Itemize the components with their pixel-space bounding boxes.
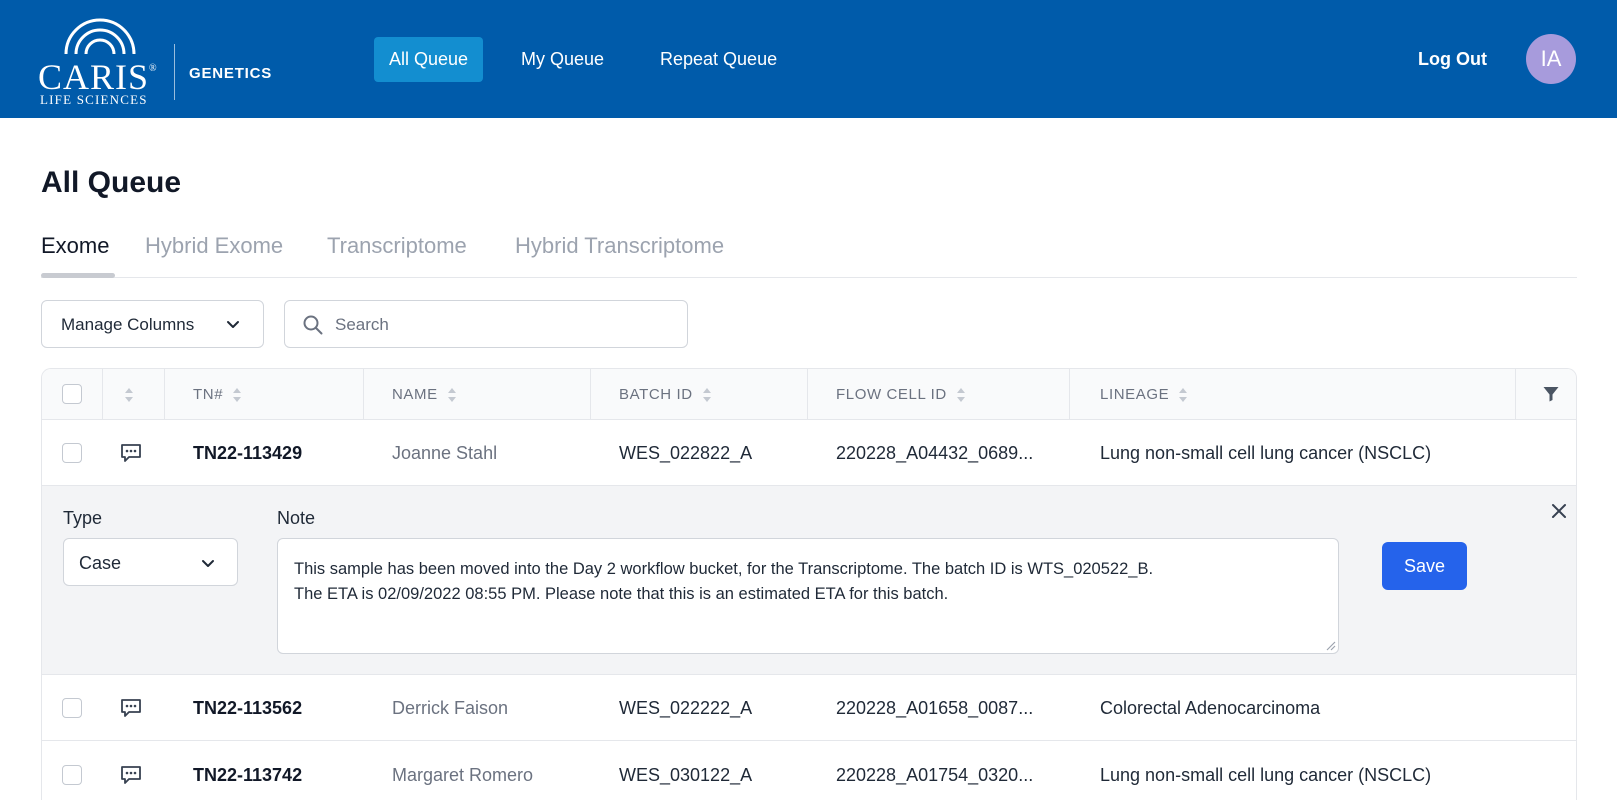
column-divider xyxy=(363,369,364,420)
page-title: All Queue xyxy=(41,166,182,199)
cell-batch-id: WES_030122_A xyxy=(619,765,753,785)
log-out-link[interactable]: Log Out xyxy=(1418,37,1487,82)
column-header-batch-id[interactable]: BATCH ID xyxy=(619,369,713,420)
sort-icon xyxy=(1179,388,1188,403)
row-checkbox[interactable] xyxy=(62,765,82,785)
sort-icon xyxy=(956,388,965,403)
top-navigation-bar: CARIS® LIFE SCIENCES GENETICS All Queue … xyxy=(0,0,1617,118)
cell-tn[interactable]: TN22-113429 xyxy=(193,420,302,486)
sort-icon xyxy=(125,388,133,403)
column-divider xyxy=(164,369,165,420)
table-row[interactable]: TN22-113562 Derrick Faison WES_022222_A … xyxy=(42,675,1576,741)
comment-icon[interactable] xyxy=(120,442,142,464)
save-button[interactable]: Save xyxy=(1382,542,1467,590)
cell-lineage: Lung non-small cell lung cancer (NSCLC) xyxy=(1100,765,1432,785)
close-icon[interactable] xyxy=(1550,502,1568,520)
cell-name: Derrick Faison xyxy=(392,698,509,718)
cell-flow-cell-id: 220228_A01754_0320... xyxy=(836,765,1034,785)
chevron-down-icon xyxy=(227,321,239,328)
tab-hybrid-transcriptome[interactable]: Hybrid Transcriptome xyxy=(515,233,724,259)
note-label: Note xyxy=(277,508,316,528)
column-header-tn-label: TN# xyxy=(193,386,224,403)
cell-name: Margaret Romero xyxy=(392,765,534,785)
cell-tn[interactable]: TN22-113562 xyxy=(193,675,302,741)
table-header: TN# NAME BATCH ID FLOW CELL ID LINEAGE xyxy=(42,369,1576,420)
row-checkbox[interactable] xyxy=(62,443,82,463)
search-box xyxy=(284,300,688,348)
comment-icon[interactable] xyxy=(120,697,142,719)
queue-table: TN# NAME BATCH ID FLOW CELL ID LINEAGE T… xyxy=(41,368,1577,800)
tab-exome[interactable]: Exome xyxy=(41,233,109,259)
tab-transcriptome[interactable]: Transcriptome xyxy=(327,233,467,259)
column-header-lineage[interactable]: LINEAGE xyxy=(1100,369,1189,420)
logo-arcs-icon xyxy=(64,18,136,55)
logo-registered-mark: ® xyxy=(149,63,158,74)
sort-icon xyxy=(447,388,456,403)
cell-lineage: Lung non-small cell lung cancer (NSCLC) xyxy=(1100,443,1432,463)
column-header-tn[interactable]: TN# xyxy=(193,369,243,420)
table-row[interactable]: TN22-113429 Joanne Stahl WES_022822_A 22… xyxy=(42,420,1576,486)
comment-icon[interactable] xyxy=(120,764,142,786)
column-divider xyxy=(807,369,808,420)
column-header-flow-cell-id-label: FLOW CELL ID xyxy=(836,386,947,403)
column-header-flow-cell-id[interactable]: FLOW CELL ID xyxy=(836,369,967,420)
caris-logo[interactable]: CARIS® LIFE SCIENCES xyxy=(38,14,168,108)
manage-columns-button[interactable]: Manage Columns xyxy=(41,300,264,348)
column-divider xyxy=(1069,369,1070,420)
column-header-name-label: NAME xyxy=(392,386,438,403)
cell-tn[interactable]: TN22-113742 xyxy=(193,742,302,800)
active-tab-indicator xyxy=(41,273,115,278)
avatar[interactable]: IA xyxy=(1526,34,1576,84)
manage-columns-label: Manage Columns xyxy=(61,315,195,334)
type-select-value: Case xyxy=(79,553,122,573)
comment-column-sort[interactable] xyxy=(123,369,135,420)
nav-my-queue[interactable]: My Queue xyxy=(506,37,619,82)
resize-handle-icon[interactable] xyxy=(1324,639,1336,651)
cell-name: Joanne Stahl xyxy=(392,443,498,463)
cell-flow-cell-id: 220228_A01658_0087... xyxy=(836,698,1034,718)
table-row[interactable]: TN22-113742 Margaret Romero WES_030122_A… xyxy=(42,742,1576,800)
type-select[interactable]: Case xyxy=(63,538,238,586)
cell-lineage: Colorectal Adenocarcinoma xyxy=(1100,698,1321,718)
sort-icon xyxy=(233,388,242,403)
column-divider xyxy=(102,369,103,420)
search-input[interactable] xyxy=(335,310,675,340)
column-header-lineage-label: LINEAGE xyxy=(1100,386,1170,403)
queue-tabs: Exome Hybrid Exome Transcriptome Hybrid … xyxy=(41,229,1577,278)
cell-batch-id: WES_022822_A xyxy=(619,443,753,463)
tab-hybrid-exome[interactable]: Hybrid Exome xyxy=(145,233,283,259)
note-panel: Type Note Case This sample has been move… xyxy=(42,486,1576,675)
logo-divider xyxy=(174,44,175,100)
chevron-down-icon xyxy=(202,560,214,567)
select-all-checkbox[interactable] xyxy=(62,384,82,404)
filter-icon[interactable] xyxy=(1542,385,1560,403)
product-name: GENETICS xyxy=(189,65,273,82)
column-header-name[interactable]: NAME xyxy=(392,369,458,420)
nav-repeat-queue[interactable]: Repeat Queue xyxy=(645,37,792,82)
column-divider xyxy=(590,369,591,420)
search-icon xyxy=(303,315,323,335)
cell-batch-id: WES_022222_A xyxy=(619,698,753,718)
sort-icon xyxy=(702,388,711,403)
cell-flow-cell-id: 220228_A04432_0689... xyxy=(836,443,1034,463)
type-label: Type xyxy=(63,508,103,528)
column-divider xyxy=(1515,369,1516,420)
nav-all-queue[interactable]: All Queue xyxy=(374,37,484,82)
logo-subtitle: LIFE SCIENCES xyxy=(40,92,148,107)
note-textarea[interactable]: This sample has been moved into the Day … xyxy=(277,538,1339,654)
row-checkbox[interactable] xyxy=(62,698,82,718)
column-header-batch-id-label: BATCH ID xyxy=(619,386,693,403)
logo-wordmark: CARIS xyxy=(38,57,150,97)
